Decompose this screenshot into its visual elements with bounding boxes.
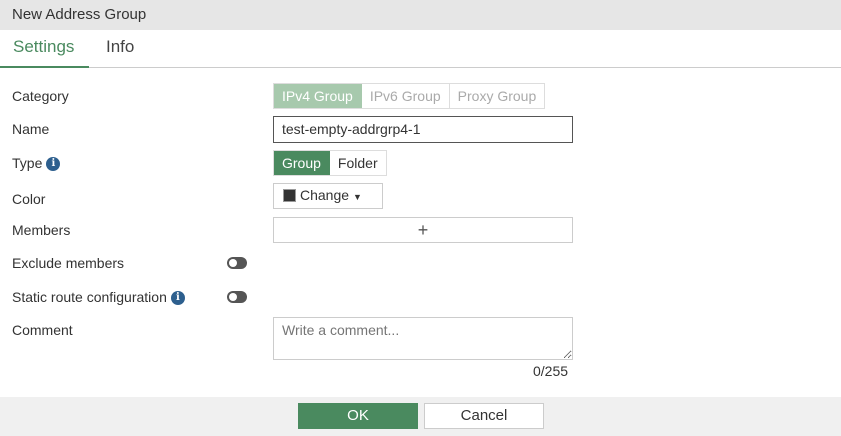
type-group[interactable]: Group [274,151,330,175]
exclude-members-label: Exclude members [12,255,125,271]
tab-settings[interactable]: Settings [13,37,74,57]
color-change-label: Change [300,187,350,203]
comment-char-counter: 0/255 [533,363,569,379]
cancel-button[interactable]: Cancel [424,403,544,429]
exclude-members-toggle[interactable] [227,257,247,269]
color-label: Color [12,191,46,207]
type-label-text: Type [12,155,43,171]
info-icon[interactable]: i [46,157,61,172]
add-member-button[interactable]: + [273,217,573,243]
type-label: Type i [12,155,61,172]
ok-button[interactable]: OK [298,403,418,429]
type-selector: Group Folder [273,150,387,176]
dialog-footer: OK Cancel [0,397,841,436]
category-selector: IPv4 Group IPv6 Group Proxy Group [273,83,546,109]
static-route-toggle[interactable] [227,291,247,303]
tab-bar: Settings Info [0,30,841,68]
caret-down-icon: ▼ [352,192,362,202]
info-icon[interactable]: i [170,291,185,306]
color-change-button[interactable]: Change ▼ [273,183,383,209]
tab-info[interactable]: Info [106,37,134,57]
category-proxy-group[interactable]: Proxy Group [450,84,545,108]
type-folder[interactable]: Folder [330,151,386,175]
color-swatch-icon [283,189,296,202]
category-ipv6-group[interactable]: IPv6 Group [362,84,450,108]
category-label: Category [12,88,69,104]
members-label: Members [12,222,71,238]
category-ipv4-group[interactable]: IPv4 Group [274,84,362,108]
active-tab-indicator [0,66,89,68]
comment-textarea[interactable] [273,317,573,360]
comment-label: Comment [12,322,73,338]
static-route-label-text: Static route configuration [12,289,167,305]
dialog-title: New Address Group [0,0,841,30]
name-label: Name [12,121,50,137]
static-route-label: Static route configuration i [12,289,185,306]
name-input[interactable]: test-empty-addrgrp4-1 [273,116,573,143]
